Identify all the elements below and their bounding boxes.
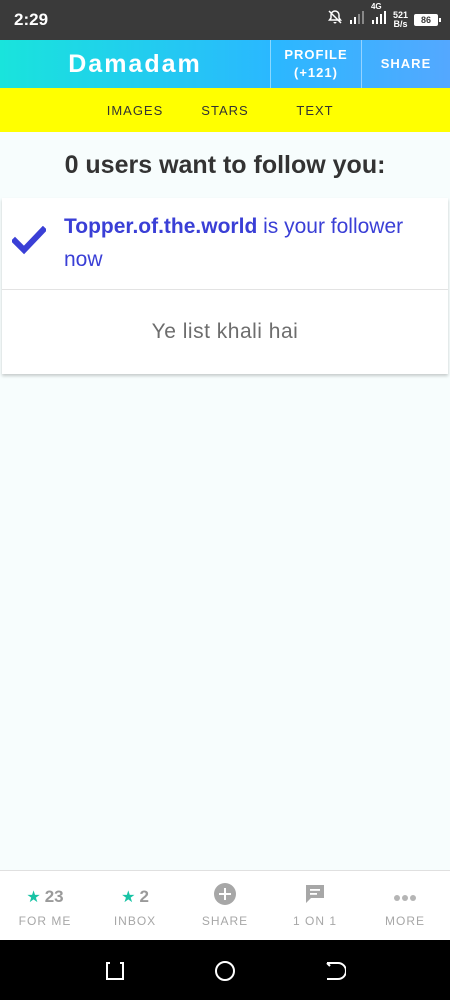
status-time: 2:29 (14, 10, 49, 29)
share-button[interactable]: SHARE (361, 40, 450, 88)
bottom-nav-one-on-one[interactable]: 1 ON 1 (270, 871, 360, 940)
recent-apps-icon[interactable] (104, 960, 126, 982)
status-bar: 2:29 4G 521 B/s 86 (0, 0, 450, 40)
network-4g-icon: 4G (371, 2, 387, 29)
battery-level: 86 (420, 14, 431, 25)
brand-logo[interactable]: Damadam (0, 40, 270, 88)
bottom-nav-inbox[interactable]: ★ 2 INBOX (90, 871, 180, 940)
battery-icon: 86 (414, 13, 441, 26)
app-header: Damadam PROFILE (+121) SHARE (0, 40, 450, 88)
inbox-count: 2 (139, 886, 149, 906)
bottom-nav: ★ 23 FOR ME ★ 2 INBOX SHARE 1 ON 1 MORE (0, 870, 450, 940)
home-icon[interactable] (214, 960, 236, 982)
empty-list-message: Ye list khali hai (151, 320, 299, 343)
profile-button[interactable]: PROFILE (+121) (270, 40, 361, 88)
bottom-nav-share[interactable]: SHARE (180, 871, 270, 940)
follower-notice-text: Topper.of.the.world is your follower now (64, 210, 434, 276)
bottom-nav-for-me[interactable]: ★ 23 FOR ME (0, 871, 90, 940)
for-me-count: 23 (44, 886, 64, 906)
back-icon[interactable] (324, 960, 347, 982)
status-icons: 4G 521 B/s 86 (327, 2, 441, 30)
plus-circle-icon (214, 883, 236, 910)
follower-name-link[interactable]: Topper.of.the.world (64, 215, 257, 238)
signal-icon (349, 10, 365, 29)
network-speed: 521 B/s (393, 10, 408, 29)
alarm-off-icon (327, 9, 343, 30)
follower-notice-row: Topper.of.the.world is your follower now (2, 198, 448, 290)
tab-stars[interactable]: STARS (180, 103, 270, 118)
follow-requests-card: Topper.of.the.world is your follower now… (2, 198, 448, 374)
profile-count: (+121) (294, 65, 338, 80)
star-icon: ★ (26, 888, 41, 906)
profile-label: PROFILE (284, 47, 348, 62)
sub-nav: IMAGES STARS TEXT (0, 88, 450, 132)
tab-images[interactable]: IMAGES (90, 103, 180, 118)
network-speed-unit: B/s (393, 18, 408, 29)
network-label: 4G (370, 2, 382, 11)
page-title: 0 users want to follow you: (0, 132, 450, 198)
more-dots-icon (393, 887, 417, 907)
share-label: SHARE (201, 913, 249, 928)
bottom-nav-more[interactable]: MORE (360, 871, 450, 940)
one-on-one-label: 1 ON 1 (292, 913, 337, 928)
star-icon: ★ (121, 888, 136, 906)
chat-icon (304, 883, 326, 910)
check-icon (10, 225, 48, 256)
for-me-label: FOR ME (18, 913, 72, 928)
inbox-label: INBOX (113, 913, 157, 928)
tab-text[interactable]: TEXT (270, 103, 360, 118)
more-label: MORE (385, 913, 425, 928)
system-nav-bar (0, 940, 450, 1000)
